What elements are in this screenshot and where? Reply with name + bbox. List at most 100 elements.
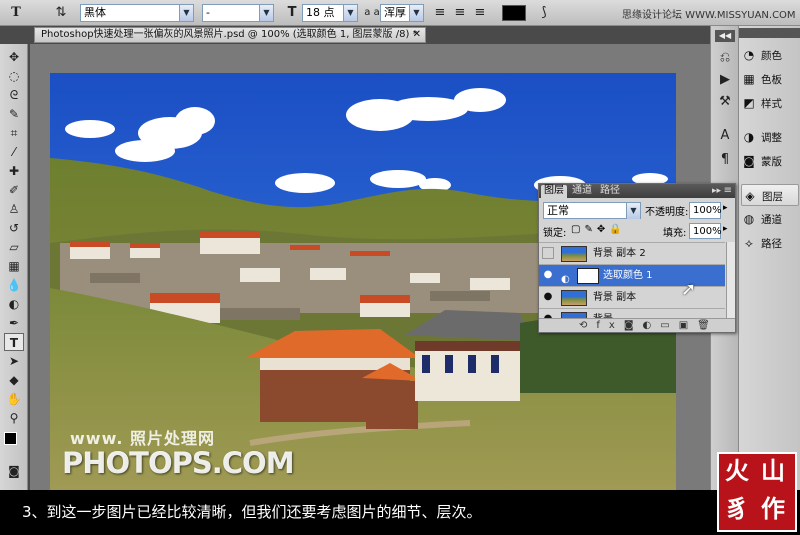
- type-tool-icon[interactable]: T: [6, 4, 26, 22]
- text-orientation-icon[interactable]: ⇅: [52, 4, 70, 22]
- dock-item-paths[interactable]: ⟡ 路径: [741, 232, 799, 254]
- fill-label: 填充:: [663, 228, 687, 239]
- stamp-tool-icon[interactable]: ♙: [4, 200, 24, 218]
- eraser-tool-icon[interactable]: ▱: [4, 238, 24, 256]
- tab-layers[interactable]: 图层: [541, 185, 567, 198]
- visibility-toggle[interactable]: [542, 247, 554, 259]
- layers-scrollbar[interactable]: [726, 242, 735, 324]
- actions-icon[interactable]: ▶: [715, 70, 735, 90]
- styles-icon: ◩: [743, 96, 755, 110]
- history-icon[interactable]: ⎌: [715, 48, 735, 68]
- align-left-icon[interactable]: ≡: [432, 4, 448, 22]
- healing-tool-icon[interactable]: ✚: [4, 162, 24, 180]
- marquee-tool-icon[interactable]: ◌: [4, 67, 24, 85]
- layer-mask-thumbnail[interactable]: [577, 268, 599, 284]
- font-size-value: 18 点: [306, 6, 335, 19]
- chevron-down-icon: ▼: [179, 5, 193, 21]
- layer-row[interactable]: ● ◐ 选取颜色 1: [539, 264, 725, 286]
- palette-icon: ◔: [743, 48, 755, 62]
- dock-panels: ◔ 颜色 ▦ 色板 ◩ 样式 ◑ 调整 ◙ 蒙版 ◈ 图层 ◍ 通道 ⟡ 路径: [739, 26, 800, 490]
- hand-tool-icon[interactable]: ✋: [4, 390, 24, 408]
- swatches-icon: ▦: [743, 72, 755, 86]
- shape-tool-icon[interactable]: ◆: [4, 371, 24, 389]
- type-tool-icon[interactable]: T: [4, 333, 24, 351]
- align-center-icon[interactable]: ≡: [452, 4, 468, 22]
- font-family-select[interactable]: 黑体 ▼: [80, 4, 194, 22]
- pen-tool-icon[interactable]: ✒: [4, 314, 24, 332]
- layer-row[interactable]: ● 背景: [539, 308, 725, 318]
- channels-icon: ◍: [743, 212, 755, 226]
- layer-row[interactable]: 背景 副本 2: [539, 242, 725, 264]
- layer-thumbnail: [561, 246, 587, 262]
- close-icon[interactable]: ✕: [413, 28, 421, 42]
- dock-item-adjustments[interactable]: ◑ 调整: [741, 126, 799, 148]
- blur-tool-icon[interactable]: 💧: [4, 276, 24, 294]
- quick-select-tool-icon[interactable]: ✎: [4, 105, 24, 123]
- opacity-input[interactable]: 100%: [689, 202, 722, 219]
- gradient-tool-icon[interactable]: ▦: [4, 257, 24, 275]
- layers-footer-icons[interactable]: ⟲fx◙◐▭▣🗑: [539, 318, 735, 332]
- foreground-color-swatch[interactable]: [4, 432, 17, 445]
- font-style-value: -: [206, 6, 210, 19]
- lock-label: 锁定:: [543, 228, 567, 239]
- font-style-select[interactable]: - ▼: [202, 4, 274, 22]
- tool-presets-icon[interactable]: ⚒: [715, 92, 735, 112]
- opacity-label: 不透明度:: [645, 207, 689, 218]
- document-title: Photoshop快速处理一张偏灰的风景照片.psd @ 100% (选取颜色 …: [41, 29, 418, 40]
- fill-input[interactable]: 100%: [689, 223, 722, 239]
- blend-mode-value: 正常: [547, 204, 569, 217]
- paragraph-icon[interactable]: ¶: [715, 150, 735, 170]
- dock-item-swatches[interactable]: ▦ 色板: [741, 68, 799, 90]
- site-watermark: 思缘设计论坛 WWW.MISSYUAN.COM: [622, 10, 796, 21]
- dock-item-styles[interactable]: ◩ 样式: [741, 92, 799, 114]
- lasso-tool-icon[interactable]: ᘓ: [4, 86, 24, 104]
- artist-seal: 火 山 豸 作: [717, 452, 797, 532]
- layers-panel: 图层 通道 路径 ▸▸ ≡ 正常 ▼ 不透明度: 100% ▸ 锁定: ▢✎✥🔒…: [538, 183, 736, 333]
- lock-icons[interactable]: ▢✎✥🔒: [571, 224, 626, 235]
- dock-item-layers[interactable]: ◈ 图层: [741, 184, 799, 206]
- tab-paths[interactable]: 路径: [597, 185, 623, 198]
- zoom-tool-icon[interactable]: ⚲: [4, 409, 24, 427]
- blend-mode-select[interactable]: 正常 ▼: [543, 202, 641, 219]
- dock-item-masks[interactable]: ◙ 蒙版: [741, 150, 799, 172]
- path-select-tool-icon[interactable]: ➤: [4, 352, 24, 370]
- fill-arrow-icon[interactable]: ▸: [723, 224, 728, 234]
- history-brush-tool-icon[interactable]: ↺: [4, 219, 24, 237]
- quick-mask-icon[interactable]: ◙: [4, 462, 24, 480]
- dock-item-color[interactable]: ◔ 颜色: [741, 44, 799, 66]
- panel-collapse-icon[interactable]: ▸▸: [712, 184, 721, 198]
- chevron-down-icon: ▼: [409, 5, 423, 21]
- brush-tool-icon[interactable]: ✐: [4, 181, 24, 199]
- dodge-tool-icon[interactable]: ◐: [4, 295, 24, 313]
- options-bar: T ⇅ 黑体 ▼ - ▼ T 18 点 ▼ a a 浑厚 ▼ ≡ ≡ ≡ ⟆ 思…: [0, 0, 800, 26]
- warp-text-icon[interactable]: ⟆: [536, 4, 552, 22]
- antialias-select[interactable]: 浑厚 ▼: [380, 4, 424, 22]
- font-size-icon: T: [287, 5, 297, 20]
- font-family-value: 黑体: [84, 6, 106, 19]
- collapse-icon[interactable]: ◀◀: [715, 30, 735, 42]
- paths-icon: ⟡: [745, 236, 753, 250]
- layer-thumbnail: [561, 290, 587, 306]
- move-tool-icon[interactable]: ✥: [4, 48, 24, 66]
- chevron-down-icon: ▼: [343, 5, 357, 21]
- dock-item-channels[interactable]: ◍ 通道: [741, 208, 799, 230]
- photo-watermark-line2: PHOTOPS.COM: [62, 446, 295, 480]
- align-right-icon[interactable]: ≡: [472, 4, 488, 22]
- eyedropper-tool-icon[interactable]: ⁄: [4, 143, 24, 161]
- antialias-icon: a a: [364, 7, 380, 18]
- tools-panel: ✥ ◌ ᘓ ✎ ⌗ ⁄ ✚ ✐ ♙ ↺ ▱ ▦ 💧 ◐ ✒ T ➤ ◆ ✋ ⚲ …: [0, 44, 28, 490]
- layer-row[interactable]: ● 背景 副本: [539, 286, 725, 308]
- document-tab[interactable]: Photoshop快速处理一张偏灰的风景照片.psd @ 100% (选取颜色 …: [34, 27, 426, 43]
- antialias-value: 浑厚: [384, 6, 406, 19]
- crop-tool-icon[interactable]: ⌗: [4, 124, 24, 142]
- dock-header: [739, 28, 800, 38]
- panel-menu-icon[interactable]: ≡: [724, 184, 732, 198]
- character-icon[interactable]: A: [715, 126, 735, 146]
- tab-channels[interactable]: 通道: [569, 185, 595, 198]
- eye-icon[interactable]: ●: [542, 269, 554, 281]
- opacity-arrow-icon[interactable]: ▸: [723, 203, 728, 213]
- eye-icon[interactable]: ●: [542, 291, 554, 303]
- tutorial-caption: 3、到这一步图片已经比较清晰，但我们还要考虑图片的细节、层次。: [0, 490, 800, 535]
- font-size-select[interactable]: 18 点 ▼: [302, 4, 358, 22]
- text-color-swatch[interactable]: [502, 5, 526, 21]
